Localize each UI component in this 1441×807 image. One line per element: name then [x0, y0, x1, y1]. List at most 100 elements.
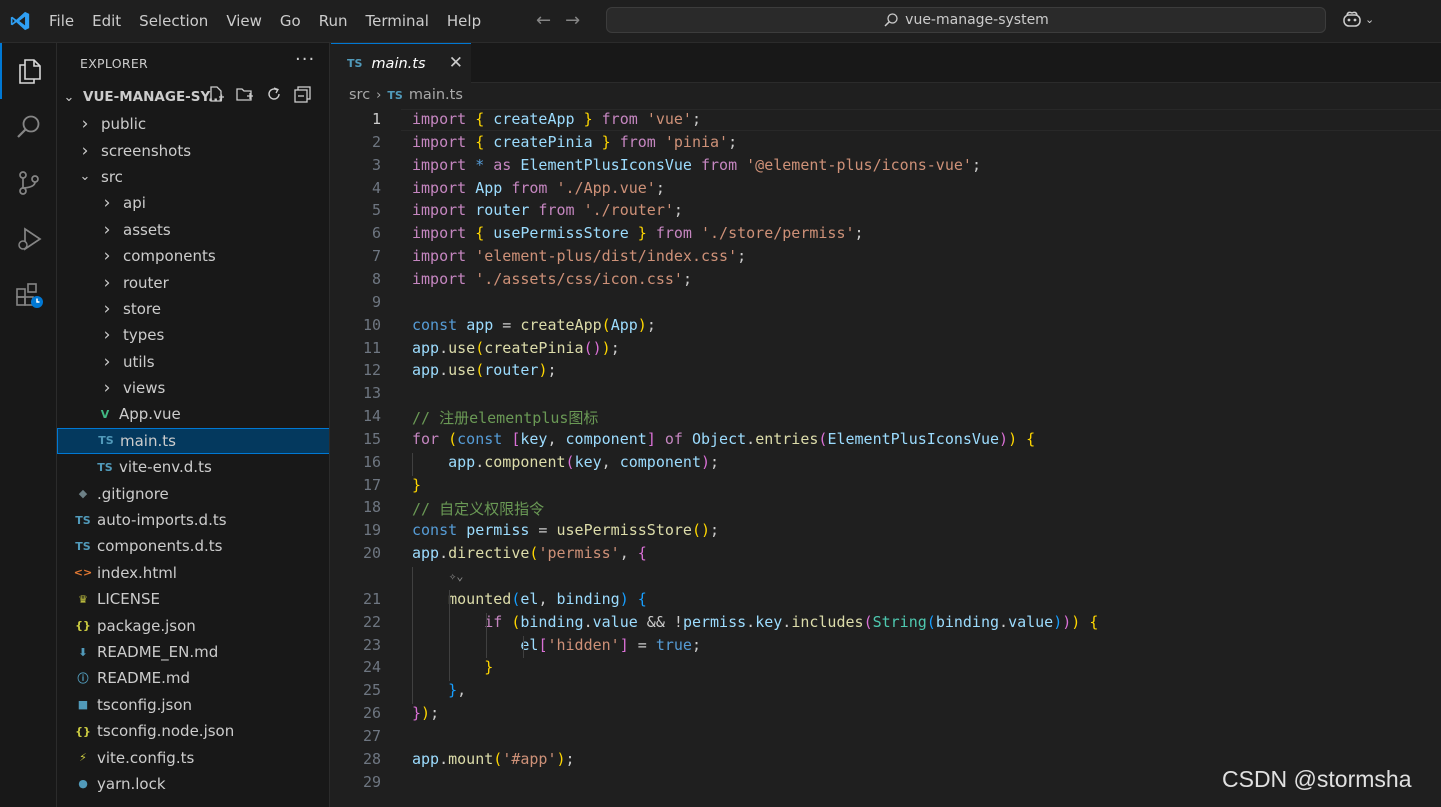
tree-item-label: tsconfig.node.json — [97, 722, 235, 741]
line-number: 20 — [362, 544, 381, 563]
tree-item-label: .gitignore — [97, 484, 169, 503]
back-arrow-icon[interactable]: ← — [536, 10, 551, 31]
file-item[interactable]: ■ tsconfig.json — [57, 692, 329, 718]
menu-view[interactable]: View — [217, 0, 271, 42]
code-line: import * as ElementPlusIconsVue from '@e… — [412, 155, 981, 174]
extensions-icon — [15, 283, 43, 308]
vscode-logo-icon — [10, 11, 30, 31]
code-editor[interactable]: 1 import { createApp } from 'vue'; 2 import… — [331, 109, 1441, 807]
file-item[interactable]: ● yarn.lock — [57, 771, 329, 797]
file-item[interactable]: TS auto-imports.d.ts — [57, 507, 329, 533]
chevron-right-icon: › — [103, 193, 111, 214]
refresh-icon[interactable] — [265, 85, 283, 103]
info-icon: ⓘ — [77, 672, 89, 686]
folder-item[interactable]: › store — [57, 296, 329, 322]
folder-item[interactable]: › assets — [57, 217, 329, 243]
new-file-icon[interactable] — [207, 85, 225, 103]
copilot-button[interactable]: ⌄ — [1342, 10, 1374, 28]
new-folder-icon[interactable] — [236, 85, 254, 103]
codelens-icon[interactable]: ✧⌄ — [449, 569, 463, 583]
code-line: // 自定义权限指令 — [412, 500, 545, 519]
breadcrumb-src[interactable]: src — [349, 87, 370, 103]
line-number: 10 — [362, 315, 381, 334]
code-line: import { createApp } from 'vue'; — [412, 110, 701, 128]
file-item[interactable]: ⚡ vite.config.ts — [57, 744, 329, 770]
code-line: // 注册elementplus图标 — [412, 409, 599, 428]
tree-item-label: App.vue — [119, 405, 181, 424]
file-item[interactable]: ⬇ README_EN.md — [57, 639, 329, 665]
folder-item[interactable]: › public — [57, 111, 329, 137]
menu-bar: File Edit Selection View Go Run Terminal Help — [40, 0, 490, 42]
file-item[interactable]: {} package.json — [57, 612, 329, 638]
tree-item-label: vite-env.d.ts — [119, 458, 212, 477]
explorer-activity[interactable] — [0, 43, 57, 99]
code-line: app.mount('#app'); — [412, 749, 575, 768]
run-debug-icon — [17, 227, 42, 251]
file-item[interactable]: V App.vue — [57, 401, 329, 427]
search-activity[interactable] — [0, 99, 57, 155]
line-number: 4 — [371, 178, 381, 197]
source-control-icon — [18, 171, 39, 195]
folder-item[interactable]: › api — [57, 190, 329, 216]
code-line: if (binding.value && !permiss.key.includ… — [484, 612, 1099, 631]
chevron-right-icon: › — [81, 140, 89, 161]
folder-item[interactable]: ⌄ src — [57, 164, 329, 190]
folder-item[interactable]: › components — [57, 243, 329, 269]
forward-arrow-icon[interactable]: → — [565, 10, 580, 31]
line-number: 27 — [362, 726, 381, 745]
tree-item-label: components.d.ts — [97, 537, 223, 556]
line-number: 1 — [371, 110, 381, 128]
close-icon[interactable]: ✕ — [449, 53, 463, 73]
breadcrumb-file[interactable]: main.ts — [409, 87, 463, 103]
title-bar: File Edit Selection View Go Run Terminal Help ←… — [0, 0, 1441, 43]
menu-file[interactable]: File — [40, 0, 83, 42]
command-center-search[interactable]: vue-manage-system — [606, 7, 1326, 33]
menu-run[interactable]: Run — [310, 0, 357, 42]
file-item[interactable]: TS components.d.ts — [57, 533, 329, 559]
collapse-all-icon[interactable] — [294, 85, 312, 103]
folder-item[interactable]: › utils — [57, 349, 329, 375]
file-item[interactable]: ◆ .gitignore — [57, 480, 329, 506]
folder-item[interactable]: › views — [57, 375, 329, 401]
file-item[interactable]: ♛ LICENSE — [57, 586, 329, 612]
menu-go[interactable]: Go — [271, 0, 310, 42]
code-line: import { usePermissStore } from './store… — [412, 224, 864, 243]
menu-edit[interactable]: Edit — [83, 0, 130, 42]
tab-main-ts[interactable]: TS main.ts ✕ — [331, 43, 471, 83]
file-item[interactable]: {} tsconfig.node.json — [57, 718, 329, 744]
project-root[interactable]: ⌄ VUE-MANAGE-SY... — [57, 85, 329, 109]
copilot-icon — [1343, 11, 1361, 27]
files-icon — [18, 59, 41, 84]
chevron-right-icon: › — [103, 325, 111, 346]
more-actions-icon[interactable]: ··· — [295, 49, 315, 70]
file-item[interactable]: <> index.html — [57, 560, 329, 586]
git-icon: ◆ — [78, 487, 88, 501]
folder-item[interactable]: › router — [57, 269, 329, 295]
markdown-icon: ⬇ — [78, 645, 88, 659]
file-item[interactable]: TS vite-env.d.ts — [57, 454, 329, 480]
chevron-down-icon: ⌄ — [1365, 12, 1375, 26]
folder-item[interactable]: › screenshots — [57, 137, 329, 163]
tree-item-label: types — [123, 326, 165, 345]
extensions-activity[interactable] — [0, 267, 57, 323]
run-debug-activity[interactable] — [0, 211, 57, 267]
folder-item[interactable]: › types — [57, 322, 329, 348]
tree-item-label: README_EN.md — [97, 643, 219, 661]
tree-item-label: views — [123, 379, 166, 398]
code-line: import router from './router'; — [412, 201, 683, 220]
tree-item-label: public — [101, 115, 147, 134]
explorer-title: EXPLORER — [80, 56, 149, 71]
vue-icon: V — [100, 407, 110, 421]
menu-terminal[interactable]: Terminal — [357, 0, 438, 42]
code-line: app.directive('permiss', { — [412, 544, 647, 563]
file-item[interactable]: TS main.ts — [57, 427, 329, 455]
source-control-activity[interactable] — [0, 155, 57, 211]
line-number: 23 — [362, 635, 381, 654]
line-number: 28 — [362, 749, 381, 768]
file-item[interactable]: ⓘ README.md — [57, 665, 329, 691]
tree-item-label: README.md — [97, 669, 191, 688]
menu-selection[interactable]: Selection — [130, 0, 217, 42]
menu-help[interactable]: Help — [438, 0, 490, 42]
typescript-icon: TS — [98, 434, 114, 448]
indent-guide — [523, 635, 524, 659]
